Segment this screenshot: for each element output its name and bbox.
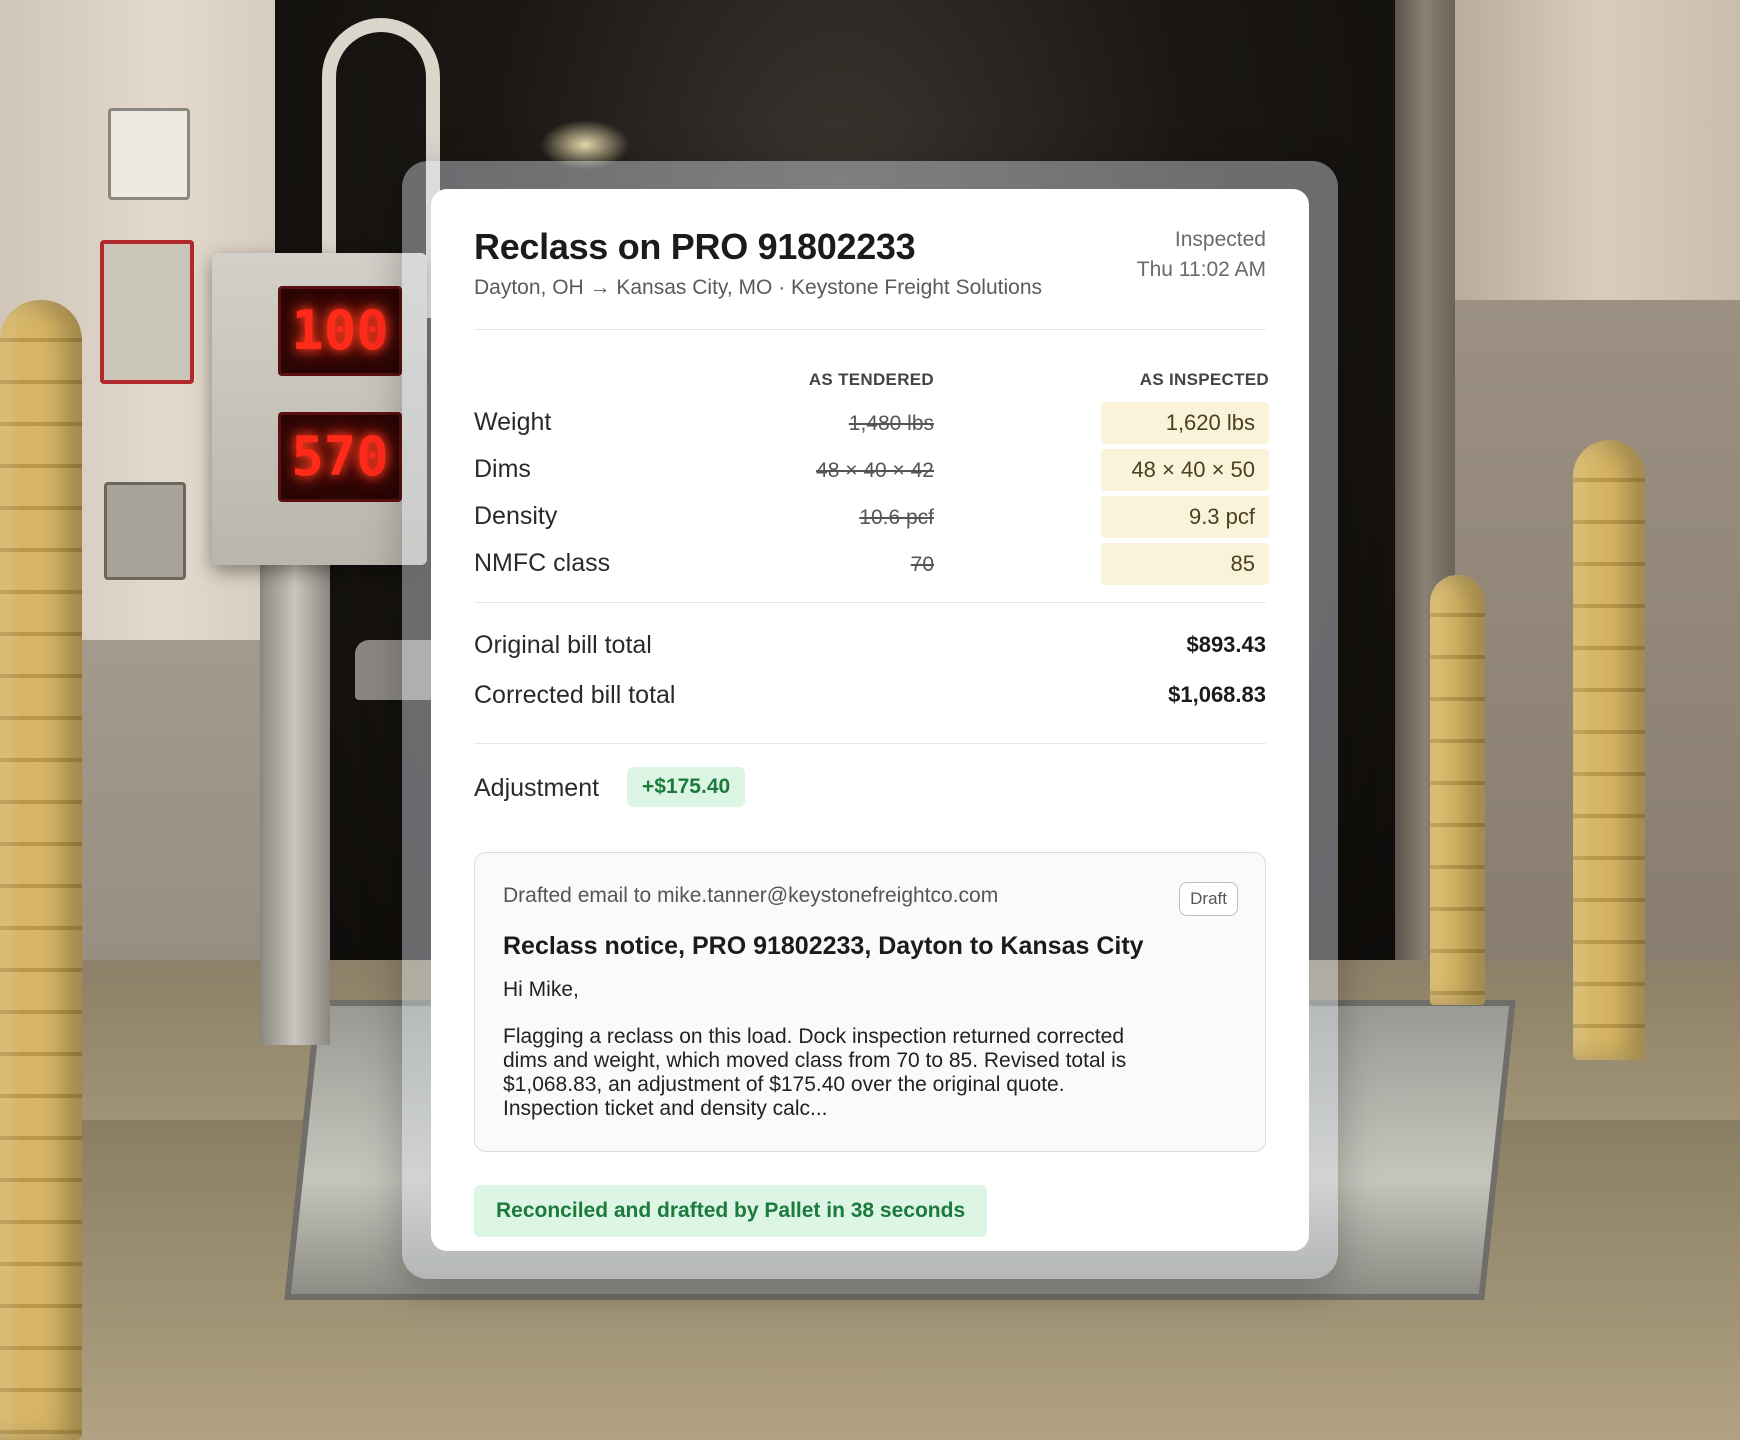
table-row: Weight 1,480 lbs 1,620 lbs <box>474 402 1269 444</box>
draft-badge: Draft <box>1179 882 1238 916</box>
inspected-value: 9.3 pcf <box>1101 496 1269 538</box>
column-header-tendered: AS TENDERED <box>808 370 934 389</box>
parking-sign <box>100 240 194 384</box>
original-total-value: $893.43 <box>1186 632 1266 657</box>
scale-display-top: 100 <box>278 286 402 376</box>
inspected-value: 85 <box>1101 543 1269 585</box>
inspected-value: 1,620 lbs <box>1101 402 1269 444</box>
inspection-stamp: Inspected Thu 11:02 AM <box>1137 225 1266 285</box>
table-row: NMFC class 70 85 <box>474 543 1269 585</box>
timestamp: Thu 11:02 AM <box>1136 258 1266 281</box>
bollard-right-near <box>1430 575 1485 1005</box>
corrected-total-value: $1,068.83 <box>1168 682 1266 707</box>
recycle-sign <box>108 108 190 200</box>
bollard-left <box>0 300 82 1440</box>
tendered-value: 70 <box>910 553 934 576</box>
corrected-total-row: Corrected bill total $1,068.83 <box>474 675 1266 725</box>
wall-plate <box>104 482 186 580</box>
email-recipient: Drafted email to mike.tanner@keystonefre… <box>503 884 999 907</box>
scale-display-bottom: 570 <box>278 412 402 502</box>
scale-post <box>260 565 330 1045</box>
table-row: Density 10.6 pcf 9.3 pcf <box>474 496 1269 538</box>
bollard-right-far <box>1573 440 1645 1060</box>
tendered-value: 48 × 40 × 42 <box>816 459 934 482</box>
row-label: Weight <box>474 408 552 436</box>
email-greeting: Hi Mike, <box>503 978 579 1001</box>
table-row: Dims 48 × 40 × 42 48 × 40 × 50 <box>474 449 1269 491</box>
comparison-table: AS TENDERED AS INSPECTED Weight 1,480 lb… <box>474 330 1269 602</box>
row-label: NMFC class <box>474 549 611 577</box>
inspected-value: 48 × 40 × 50 <box>1101 449 1269 491</box>
row-label: Dims <box>474 455 531 483</box>
adjustment-row: Adjustment +$175.40 <box>474 744 1266 830</box>
corrected-total-label: Corrected bill total <box>474 681 676 709</box>
adjustment-badge: +$175.40 <box>627 767 746 807</box>
original-total-label: Original bill total <box>474 631 652 659</box>
email-draft[interactable]: Drafted email to mike.tanner@keystonefre… <box>474 852 1266 1152</box>
original-total-row: Original bill total $893.43 <box>474 625 1266 675</box>
tendered-value: 1,480 lbs <box>848 412 934 435</box>
status-text: Inspected <box>1174 228 1266 251</box>
status-footer: Reconciled and drafted by Pallet in 38 s… <box>474 1185 988 1237</box>
email-subject: Reclass notice, PRO 91802233, Dayton to … <box>503 932 1144 960</box>
row-label: Density <box>474 502 558 530</box>
card-header: Reclass on PRO 91802233 Dayton, OH → Kan… <box>474 225 1266 329</box>
email-body: Flagging a reclass on this load. Dock in… <box>503 1025 1127 1120</box>
adjustment-label: Adjustment <box>474 774 600 802</box>
reclass-card: Reclass on PRO 91802233 Dayton, OH → Kan… <box>431 189 1309 1251</box>
bill-totals: Original bill total $893.43 Corrected bi… <box>474 603 1266 743</box>
tendered-value: 10.6 pcf <box>859 506 934 529</box>
column-header-inspected: AS INSPECTED <box>1139 370 1269 389</box>
